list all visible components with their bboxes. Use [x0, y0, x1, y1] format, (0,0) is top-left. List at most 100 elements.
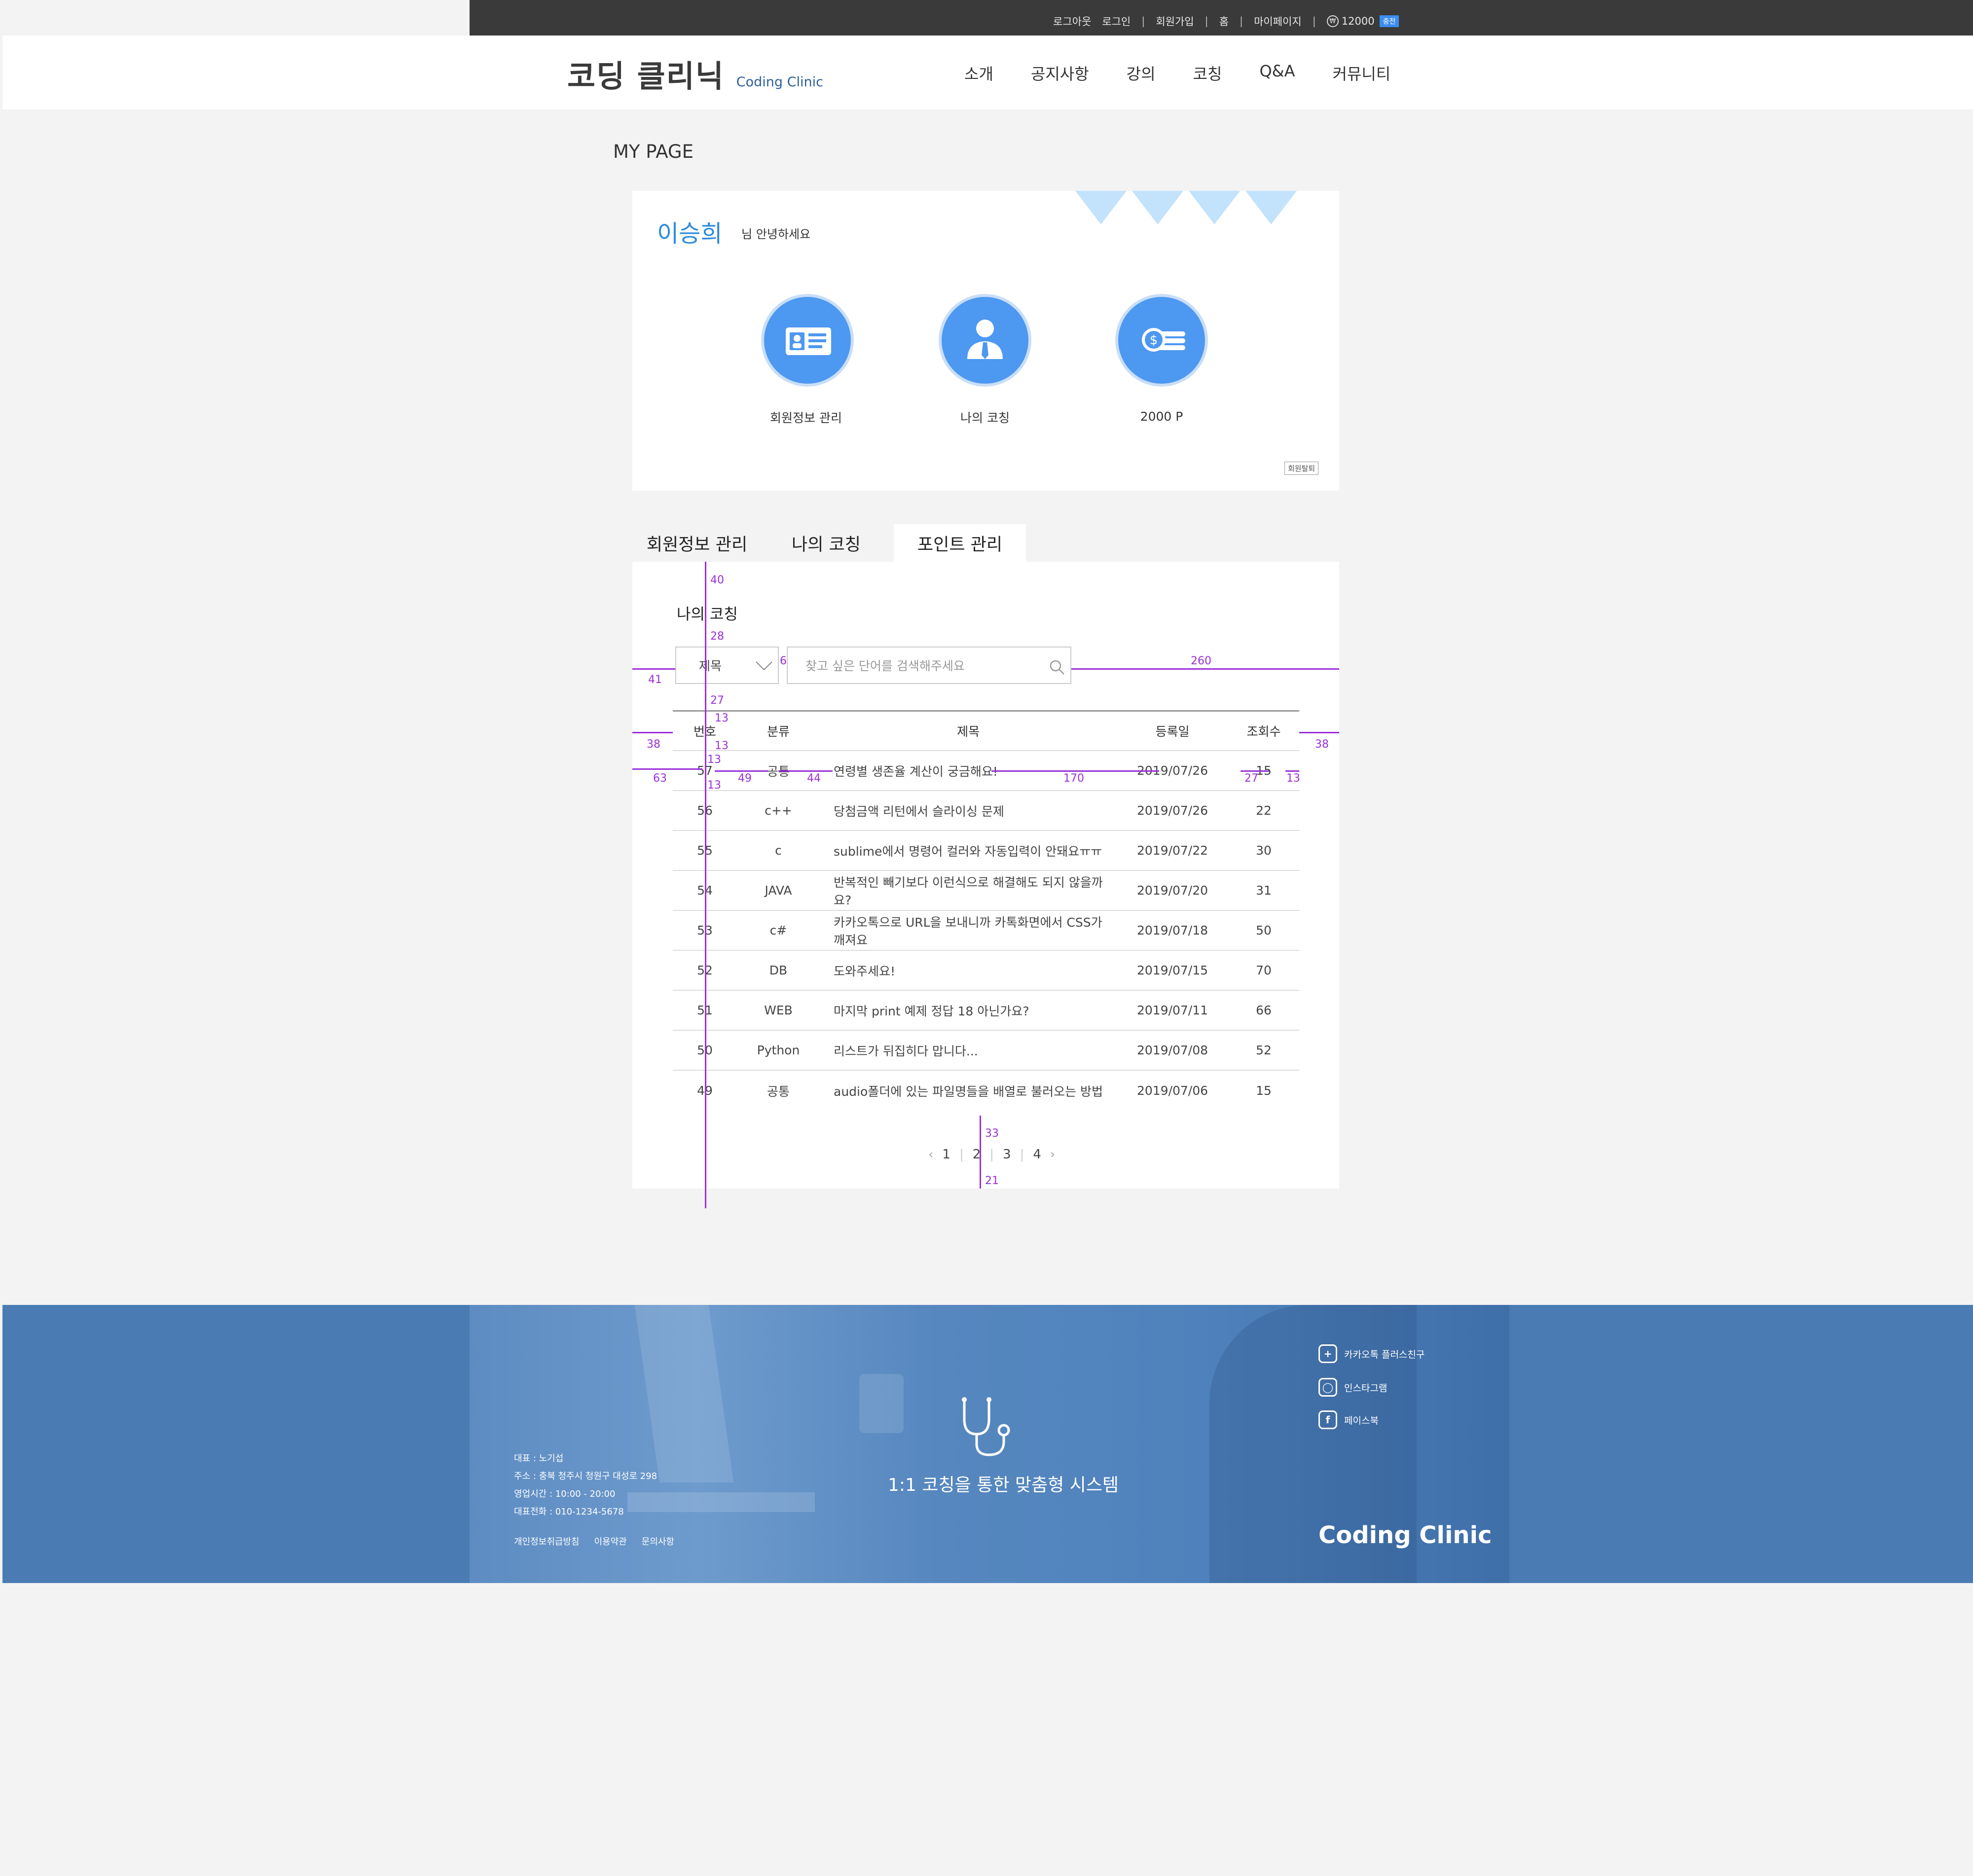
charge-button[interactable]: 충전: [1379, 15, 1399, 27]
cell-date: 2019/07/08: [1136, 1043, 1208, 1057]
mypage-link[interactable]: 마이페이지: [1254, 14, 1302, 29]
guide-line: [705, 562, 706, 1208]
privacy-policy-link[interactable]: 개인정보취급방침: [514, 1535, 579, 1548]
svg-text:$: $: [1150, 333, 1158, 348]
table-row[interactable]: 56 c++ 당첨금액 리턴에서 슬라이싱 문제 2019/07/26 22: [673, 791, 1299, 831]
home-link[interactable]: 홈: [1219, 14, 1229, 29]
search-input[interactable]: 찾고 싶은 단어를 검색해주세요: [787, 647, 1071, 684]
guide-label: 28: [710, 630, 724, 643]
separator: |: [1240, 15, 1243, 27]
cup-shape: [859, 1374, 904, 1433]
cell-title[interactable]: 카카오톡으로 URL을 보내니까 카톡화면에서 CSS가 깨져요: [820, 913, 1117, 948]
page-link-3[interactable]: 3: [1003, 1147, 1011, 1162]
withdraw-button[interactable]: 회원탈퇴: [1284, 462, 1319, 475]
signup-link[interactable]: 회원가입: [1156, 14, 1194, 29]
points-button[interactable]: $: [1115, 294, 1208, 387]
cell-views: 22: [1256, 803, 1272, 818]
next-page-icon[interactable]: ›: [1050, 1147, 1055, 1162]
separator: |: [1141, 15, 1145, 27]
cell-category: JAVA: [765, 883, 792, 898]
cell-title[interactable]: 도와주세요!: [820, 962, 1117, 979]
footer-ceo: 대표 : 노기섭: [514, 1453, 564, 1464]
page-link-1[interactable]: 1: [942, 1147, 950, 1162]
person-icon: [967, 320, 1003, 359]
cell-title[interactable]: audio폴더에 있는 파일명들을 배열로 불러오는 방법: [820, 1082, 1117, 1100]
separator: |: [1205, 15, 1208, 27]
main-nav: 소개 공지사항 강의 코칭 Q&A 커뮤니티: [964, 62, 1390, 84]
nav-item-community[interactable]: 커뮤니티: [1332, 62, 1390, 84]
guide-label: 63: [653, 772, 667, 785]
guide-line: [778, 770, 833, 772]
search-placeholder: 찾고 싶은 단어를 검색해주세요: [805, 659, 965, 673]
nav-item-notice[interactable]: 공지사항: [1031, 62, 1089, 84]
cell-views: 52: [1256, 1043, 1272, 1057]
tab-my-coaching[interactable]: 나의 코칭: [762, 524, 891, 562]
kakao-plus-link[interactable]: + 카카오톡 플러스친구: [1318, 1344, 1425, 1363]
cell-title[interactable]: 마지막 print 예제 정답 18 아닌가요?: [820, 1002, 1117, 1019]
table-row[interactable]: 52 DB 도와주세요! 2019/07/15 70: [673, 951, 1299, 991]
id-card-icon: [786, 327, 831, 355]
login-link[interactable]: 로그인: [1102, 14, 1131, 29]
terms-link[interactable]: 이용약관: [594, 1535, 626, 1548]
cell-category: DB: [769, 963, 788, 977]
guide-line: [632, 768, 702, 770]
instagram-link[interactable]: ◯ 인스타그램: [1318, 1378, 1387, 1397]
cell-date: 2019/07/26: [1136, 803, 1208, 818]
nav-item-lecture[interactable]: 강의: [1127, 62, 1156, 84]
cell-title[interactable]: 리스트가 뒤집히다 맙니다...: [820, 1042, 1117, 1059]
cell-category: c: [775, 843, 782, 858]
prev-page-icon[interactable]: ‹: [928, 1147, 933, 1162]
coins-icon: $: [1142, 328, 1185, 352]
search-category-select[interactable]: 제목: [675, 647, 779, 684]
cell-views: 50: [1256, 923, 1272, 938]
table-row[interactable]: 55 c sublime에서 명령어 컬러와 자동입력이 안돼요ㅠㅠ 2019/…: [673, 831, 1299, 871]
cell-title[interactable]: 당첨금액 리턴에서 슬라이싱 문제: [820, 802, 1117, 820]
my-coaching-button[interactable]: [939, 294, 1031, 387]
chevron-down-icon: [756, 661, 772, 671]
member-info-button[interactable]: [761, 294, 854, 387]
separator: |: [989, 1147, 994, 1162]
points-label: 2000 P: [1140, 409, 1183, 424]
cell-views: 70: [1256, 963, 1272, 977]
table-row[interactable]: 49 공통 audio폴더에 있는 파일명들을 배열로 불러오는 방법 2019…: [673, 1071, 1299, 1111]
table-row[interactable]: 50 Python 리스트가 뒤집히다 맙니다... 2019/07/08 52: [673, 1031, 1299, 1071]
guide-label: 27: [710, 694, 724, 707]
footer-phone: 대표전화 : 010-1234-5678: [514, 1507, 624, 1517]
tab-points-management[interactable]: 포인트 관리: [894, 524, 1026, 562]
logout-link[interactable]: 로그아웃: [1053, 14, 1091, 29]
search-icon[interactable]: [1049, 659, 1065, 675]
pennant: [1189, 191, 1240, 224]
nav-item-about[interactable]: 소개: [964, 62, 993, 84]
cell-views: 15: [1256, 1083, 1272, 1098]
kakao-plus-label: 카카오톡 플러스친구: [1344, 1349, 1425, 1360]
facebook-link[interactable]: f 페이스북: [1318, 1410, 1379, 1429]
guide-label: 260: [1191, 655, 1211, 667]
page-link-4[interactable]: 4: [1033, 1147, 1041, 1162]
footer-company-info: 대표 : 노기섭 주소 : 충북 청주시 청원구 대성로 298 영업시간 : …: [514, 1450, 657, 1521]
table-header-row: 번호 분류 제목 등록일 조회수: [673, 710, 1299, 751]
table-row[interactable]: 53 c# 카카오톡으로 URL을 보내니까 카톡화면에서 CSS가 깨져요 2…: [673, 911, 1299, 951]
member-info-label: 회원정보 관리: [770, 411, 842, 425]
cell-title[interactable]: sublime에서 명령어 컬러와 자동입력이 안돼요ㅠㅠ: [820, 842, 1117, 860]
guide-label: 13: [707, 779, 721, 792]
tab-member-info[interactable]: 회원정보 관리: [632, 524, 762, 562]
my-coaching-label: 나의 코칭: [960, 411, 1010, 425]
guide-label: 13: [715, 712, 729, 724]
nav-item-coaching[interactable]: 코칭: [1193, 62, 1222, 84]
guide-line: [1285, 770, 1299, 772]
cell-date: 2019/07/18: [1136, 923, 1208, 938]
section-title: 나의 코칭: [677, 606, 738, 623]
nav-item-qna[interactable]: Q&A: [1259, 62, 1295, 84]
table-row[interactable]: 51 WEB 마지막 print 예제 정답 18 아닌가요? 2019/07/…: [673, 991, 1299, 1031]
guide-label: 13: [707, 754, 721, 766]
guide-label: 27: [1244, 772, 1258, 785]
guide-label: 13: [1286, 772, 1300, 785]
cell-category: c#: [769, 923, 787, 938]
table-row[interactable]: 54 JAVA 반복적인 빼기보다 이런식으로 해결해도 되지 않을까요? 20…: [673, 871, 1299, 911]
cell-views: 31: [1256, 883, 1272, 898]
cell-title[interactable]: 반복적인 빼기보다 이런식으로 해결해도 되지 않을까요?: [820, 873, 1117, 908]
site-logo[interactable]: 코딩 클리닉 Coding Clinic: [567, 51, 823, 96]
cell-category: 공통: [767, 1084, 790, 1099]
instagram-icon: ◯: [1318, 1378, 1337, 1397]
inquiry-link[interactable]: 문의사항: [642, 1535, 674, 1548]
